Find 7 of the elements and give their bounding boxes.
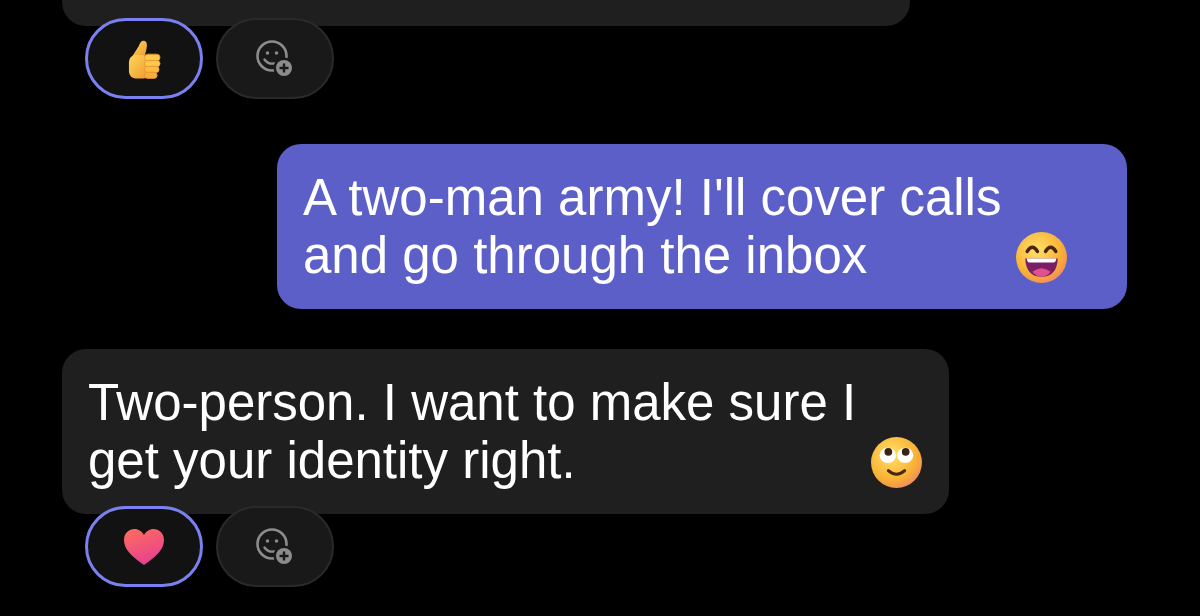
add-reaction-icon — [255, 38, 295, 79]
add-reaction-icon — [255, 526, 295, 567]
grinning-face-icon — [1015, 231, 1068, 284]
message-text: Two-person. I want to make sure I get your identity right. — [88, 374, 858, 490]
eyes-up-face-icon — [870, 436, 923, 489]
message-text: A two-man army! I'll cover calls and go through the inbox — [303, 169, 1003, 285]
heart-icon — [123, 527, 165, 566]
